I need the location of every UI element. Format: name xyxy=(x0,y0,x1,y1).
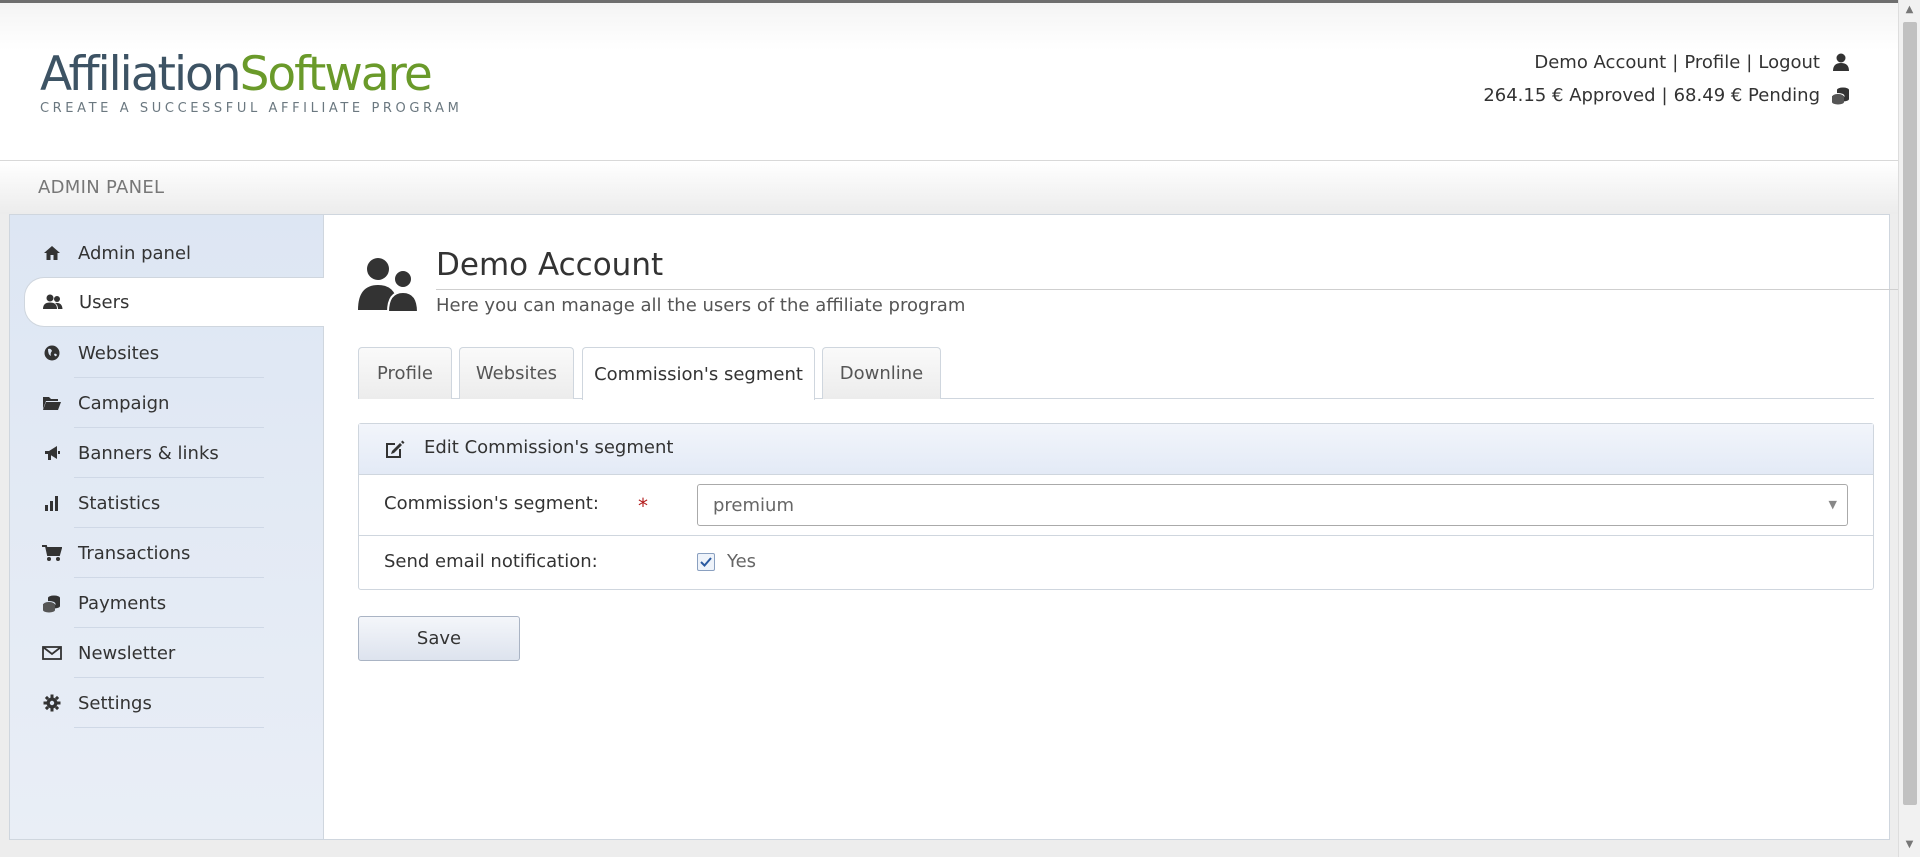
sidebar-item-transactions[interactable]: Transactions xyxy=(24,528,324,578)
page-subtitle: Here you can manage all the users of the… xyxy=(436,295,966,316)
segment-select[interactable]: premium ▼ xyxy=(697,484,1848,526)
sidebar-item-label: Websites xyxy=(78,342,160,364)
shopping-cart-icon xyxy=(42,543,62,563)
check-icon xyxy=(700,557,712,567)
divider xyxy=(436,289,1920,290)
scroll-down-icon[interactable]: ▼ xyxy=(1899,839,1920,853)
sidebar-item-statistics[interactable]: Statistics xyxy=(24,478,324,528)
sidebar-item-settings[interactable]: Settings xyxy=(24,678,324,728)
logo-part1: Affiliation xyxy=(40,47,242,102)
required-marker: * xyxy=(638,494,648,518)
sidebar-item-label: Banners & links xyxy=(78,442,219,464)
notify-option-label[interactable]: Yes xyxy=(727,551,756,572)
account-name-link[interactable]: Demo Account xyxy=(1534,52,1666,73)
folder-open-icon xyxy=(42,393,62,413)
segment-label: Commission's segment: xyxy=(384,493,599,514)
logo[interactable]: AffiliationSoftware CREATE A SUCCESSFUL … xyxy=(40,51,462,116)
sidebar-item-label: Users xyxy=(79,291,130,313)
edit-segment-form: Edit Commission's segment Commission's s… xyxy=(358,423,1874,590)
logo-part2: Software xyxy=(239,47,433,102)
tab-profile[interactable]: Profile xyxy=(358,347,452,399)
segment-selected-value: premium xyxy=(713,495,794,516)
segment-row: Commission's segment: * premium ▼ xyxy=(359,475,1873,536)
user-links: Demo Account | Profile | Logout xyxy=(1534,51,1852,73)
divider xyxy=(74,727,264,728)
sidebar-item-admin-panel[interactable]: Admin panel xyxy=(24,228,324,278)
chevron-down-icon: ▼ xyxy=(1828,498,1837,511)
vertical-scrollbar[interactable]: ▲ ▼ xyxy=(1898,0,1920,857)
tab-commission-segment[interactable]: Commission's segment xyxy=(582,347,815,400)
separator: | xyxy=(1746,51,1753,73)
coins-icon xyxy=(1830,84,1852,106)
sidebar-item-label: Campaign xyxy=(78,392,170,414)
users-icon xyxy=(358,255,420,313)
logo-tagline: CREATE A SUCCESSFUL AFFILIATE PROGRAM xyxy=(40,101,463,116)
sidebar-item-label: Transactions xyxy=(78,542,191,564)
tab-downline[interactable]: Downline xyxy=(822,347,941,399)
sidebar-item-label: Settings xyxy=(78,692,152,714)
sidebar-item-newsletter[interactable]: Newsletter xyxy=(24,628,324,678)
bar-chart-icon xyxy=(42,493,62,513)
tab-bar: Profile Websites Commission's segment Do… xyxy=(358,347,1874,400)
logout-link[interactable]: Logout xyxy=(1758,52,1820,73)
form-heading: Edit Commission's segment xyxy=(424,437,674,458)
user-icon xyxy=(1830,51,1852,73)
sidebar-item-campaign[interactable]: Campaign xyxy=(24,378,324,428)
admin-panel-bar: ADMIN PANEL xyxy=(0,160,1898,214)
envelope-icon xyxy=(42,643,62,663)
coins-icon xyxy=(42,593,62,613)
users-icon xyxy=(43,292,63,312)
admin-panel-title: ADMIN PANEL xyxy=(38,177,165,198)
gear-icon xyxy=(42,693,62,713)
sidebar-item-label: Newsletter xyxy=(78,642,176,664)
megaphone-icon xyxy=(42,443,62,463)
form-header: Edit Commission's segment xyxy=(359,424,1873,475)
logo-wordmark: AffiliationSoftware xyxy=(40,51,462,98)
sidebar: Admin panel Users Websites Campaign Bann… xyxy=(10,215,324,839)
sidebar-item-label: Payments xyxy=(78,592,167,614)
balance-line: 264.15 € Approved | 68.49 € Pending xyxy=(1483,84,1852,106)
separator: | xyxy=(1661,84,1668,106)
scroll-thumb[interactable] xyxy=(1903,22,1917,805)
scroll-up-icon[interactable]: ▲ xyxy=(1899,4,1920,18)
globe-icon xyxy=(42,343,62,363)
main-container: Admin panel Users Websites Campaign Bann… xyxy=(9,214,1920,840)
approved-balance: 264.15 € Approved xyxy=(1483,84,1656,106)
notification-row: Send email notification: Yes xyxy=(359,536,1873,589)
pending-balance: 68.49 € Pending xyxy=(1673,84,1820,106)
sidebar-item-websites[interactable]: Websites xyxy=(24,328,324,378)
sidebar-item-label: Statistics xyxy=(78,492,161,514)
tab-websites[interactable]: Websites xyxy=(459,347,574,399)
save-button[interactable]: Save xyxy=(358,616,520,661)
notify-checkbox[interactable] xyxy=(697,553,715,571)
sidebar-item-banners-links[interactable]: Banners & links xyxy=(24,428,324,478)
site-header: AffiliationSoftware CREATE A SUCCESSFUL … xyxy=(0,3,1898,160)
sidebar-item-payments[interactable]: Payments xyxy=(24,578,324,628)
separator: | xyxy=(1672,51,1679,73)
sidebar-item-label: Admin panel xyxy=(78,242,192,264)
main-content: Demo Account Here you can manage all the… xyxy=(348,215,1920,839)
home-icon xyxy=(42,243,62,263)
sidebar-item-users[interactable]: Users xyxy=(24,277,324,327)
page-title: Demo Account xyxy=(436,247,664,283)
edit-icon xyxy=(383,438,405,460)
notify-label: Send email notification: xyxy=(384,551,598,572)
profile-link[interactable]: Profile xyxy=(1684,52,1740,73)
